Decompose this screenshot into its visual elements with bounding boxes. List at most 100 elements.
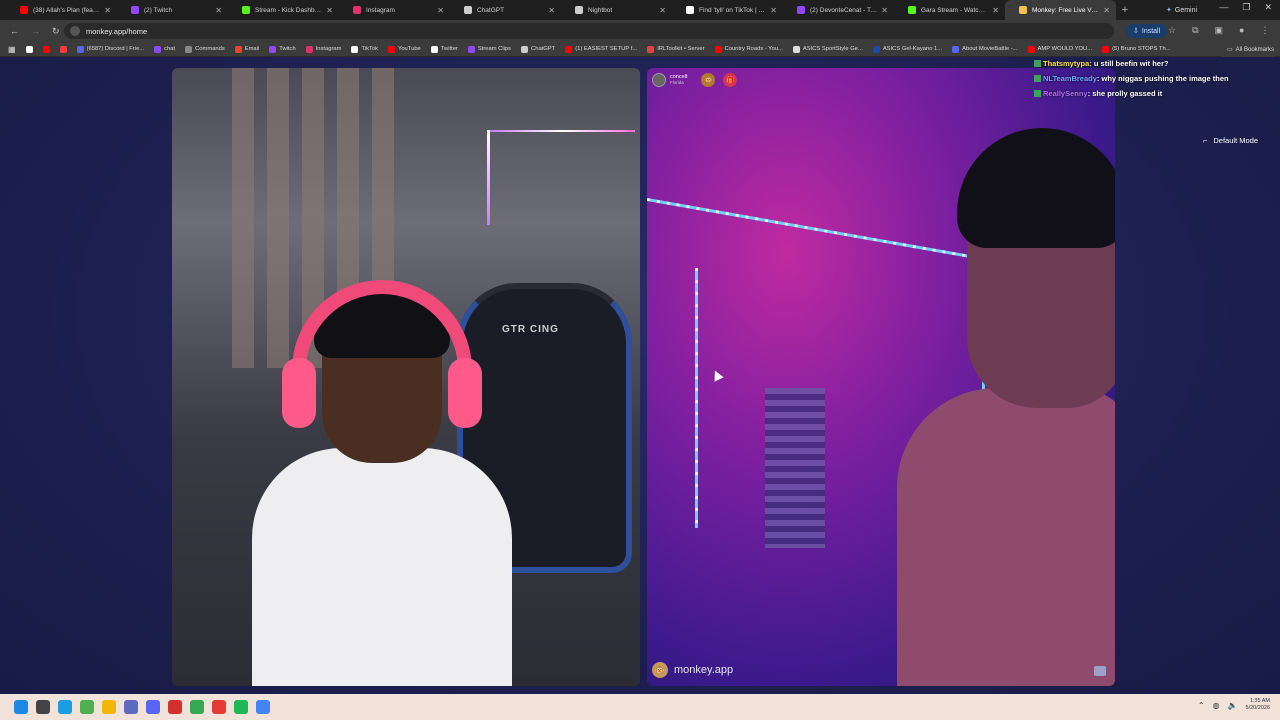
default-mode-toggle[interactable]: ⌐ Default Mode [1203,136,1258,145]
close-window-icon[interactable]: ✕ [1264,2,1272,13]
tab-close-icon[interactable]: ✕ [104,6,111,15]
forward-icon[interactable]: → [31,26,40,36]
opera-icon[interactable] [212,700,226,714]
gift-icon[interactable]: 🎁 [723,73,738,87]
back-icon[interactable]: ← [10,26,19,36]
discord-icon[interactable] [146,700,160,714]
bookmark-item[interactable]: (6587) Discord | Frie... [76,45,144,53]
tab-close-icon[interactable]: ✕ [659,6,666,15]
chat-username: NLTeamBready [1043,74,1097,83]
bookmark-item[interactable]: Twitch [269,45,296,53]
tab-close-icon[interactable]: ✕ [437,6,444,15]
report-icon[interactable] [1094,666,1106,676]
browser-tab[interactable]: Find 'tyll' on TikTok | TikTo ✕ [672,0,783,20]
bookmark-item[interactable]: Stream Clips [467,45,512,53]
bookmark-favicon-icon [1102,45,1110,53]
bookmark-item[interactable] [59,45,67,53]
task-view-icon[interactable] [36,700,50,714]
apps-grid-icon[interactable]: ▦ [8,45,16,54]
gemini-button[interactable]: ✦ Gemini [1166,3,1197,17]
bookmark-item[interactable] [25,45,33,53]
bookmark-favicon-icon [42,45,50,53]
chrome-icon[interactable] [80,700,94,714]
bookmark-item[interactable]: ASICS Gel-Kayano 1... [872,45,942,53]
tab-favicon-icon [464,6,472,14]
browser-tab[interactable]: Monkey: Free Live Video ✕ [1005,0,1116,20]
bookmark-favicon-icon [154,45,162,53]
address-bar[interactable]: monkey.app/home [64,23,1114,39]
bookmark-item[interactable]: Commands [185,45,225,53]
tab-close-icon[interactable]: ✕ [326,6,333,15]
bookmark-item[interactable]: Instagram [305,45,342,53]
chrome-active-icon[interactable] [256,700,270,714]
restore-icon[interactable]: ❐ [1242,2,1250,13]
install-button[interactable]: ⇩ Install [1126,24,1168,38]
led-strip [490,130,635,132]
calculator-icon[interactable] [124,700,138,714]
bookmark-label: Commands [195,46,225,52]
bookmark-item[interactable]: ASICS SportStyle Ge... [792,45,863,53]
chat-username: Thatsmytypa [1043,59,1090,68]
extensions-icon[interactable]: ⧉ [1192,25,1198,36]
bookmark-item[interactable]: Twitter [430,45,458,53]
tab-close-icon[interactable]: ✕ [770,6,777,15]
network-icon[interactable]: ◍ [1213,701,1220,710]
browser-tab[interactable]: ChatGPT ✕ [450,0,561,20]
chat-text: u still beefin wit her? [1093,59,1169,68]
bookmark-item[interactable] [42,45,50,53]
file-explorer-icon[interactable] [102,700,116,714]
bookmark-favicon-icon [269,45,277,53]
bookmark-item[interactable]: ChatGPT [521,45,555,53]
windows-start-icon[interactable] [14,700,28,714]
remote-user-info[interactable]: concelt Florida 🐵 🎁 [652,73,738,87]
edge-icon[interactable] [58,700,72,714]
bookmark-item[interactable]: (1) EASIEST SETUP f... [565,45,637,53]
browser-tab[interactable]: Stream - Kick Dashboard ✕ [228,0,339,20]
bookmark-item[interactable]: About MovieBattle -... [952,45,1018,53]
volume-icon[interactable]: 🔈 [1228,701,1238,710]
bookmark-item[interactable]: IRLToolkit • Server [647,45,705,53]
minimize-icon[interactable]: — [1219,2,1228,13]
browser-tab[interactable]: (38) Allah's Plan (feat. Kanye ✕ [6,0,117,20]
monkey-app-page: GTR CING concelt Florida 🐵 🎁 🐵 monkey.ap… [0,57,1280,694]
chat-badge-icon [1034,75,1041,82]
bookmark-item[interactable]: AMP WOULD YOU... [1027,45,1092,53]
new-tab-button[interactable]: + [1116,4,1134,16]
bookmark-item[interactable]: Country Roads - You... [714,45,783,53]
gemini-icon: ✦ [1166,7,1172,14]
tab-close-icon[interactable]: ✕ [215,6,222,15]
monkey-badge-icon[interactable]: 🐵 [701,73,716,87]
bookmark-item[interactable]: chat [154,45,175,53]
chevron-up-icon[interactable]: ⌃ [1198,701,1205,710]
menu-icon[interactable]: ⋮ [1260,25,1269,36]
tab-close-icon[interactable]: ✕ [881,6,888,15]
app-chrome2-icon[interactable] [190,700,204,714]
browser-tab[interactable]: (2) DevonteCenat - Twitch ✕ [783,0,894,20]
spotify-icon[interactable] [234,700,248,714]
bookmark-label: Twitter [440,46,458,52]
bookmark-star-icon[interactable]: ☆ [1168,25,1176,36]
app-red-icon[interactable] [168,700,182,714]
tab-close-icon[interactable]: ✕ [992,6,999,15]
reload-icon[interactable]: ↻ [52,26,60,37]
bookmark-favicon-icon [521,45,529,53]
side-panel-icon[interactable]: ▣ [1215,25,1224,36]
bookmark-item[interactable]: (5) Bruno STOPS Th... [1102,45,1171,53]
bookmark-item[interactable]: Email [234,45,259,53]
bookmark-label: Stream Clips [477,46,512,52]
tab-close-icon[interactable]: ✕ [1103,6,1110,15]
browser-tab[interactable]: Gara Stream - Watch Live o ✕ [894,0,1005,20]
bookmark-item[interactable]: YouTube [388,45,421,53]
site-info-icon[interactable] [70,26,80,36]
all-bookmarks[interactable]: ▭ All Bookmarks [1220,42,1274,57]
tab-close-icon[interactable]: ✕ [548,6,555,15]
brand-watermark: 🐵 monkey.app [652,662,733,678]
profile-avatar[interactable]: ● [1239,25,1244,36]
clock[interactable]: 1:35 AM 5/20/2026 [1246,698,1270,712]
bookmark-label: Instagram [315,46,342,52]
browser-tab[interactable]: Instagram ✕ [339,0,450,20]
led-strip [487,130,490,225]
browser-tab[interactable]: Nightbot ✕ [561,0,672,20]
browser-tab[interactable]: (2) Twitch ✕ [117,0,228,20]
bookmark-item[interactable]: TikTok [351,45,378,53]
